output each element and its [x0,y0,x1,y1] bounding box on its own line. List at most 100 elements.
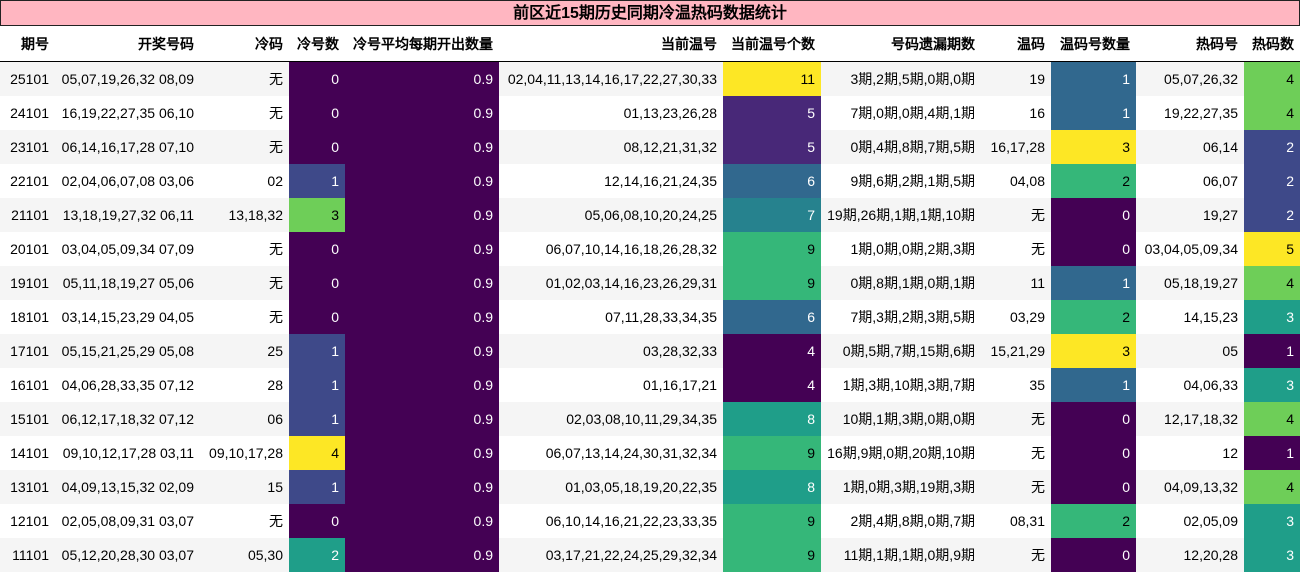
table-row: 23101 06,14,16,17,28 07,10 无 0 0.9 08,12,21,3… [0,130,1300,164]
table-title: 前区近15期历史同期冷温热码数据统计 [0,0,1300,26]
table-cell: 22101 [0,164,55,198]
table-row: 13101 04,09,13,15,32 02,09 15 1 0.9 01,03,05,… [0,470,1300,504]
table-cell: 0 [1051,402,1136,436]
table-cell: 5 [723,96,821,130]
table-cell: 03,14,15,23,29 04,05 [55,300,200,334]
table-cell: 1 [1244,334,1300,368]
table-cell: 04,06,33 [1136,368,1244,402]
table-cell: 18101 [0,300,55,334]
table-cell: 0 [1051,470,1136,504]
table-cell: 无 [200,300,289,334]
table-cell: 06 [200,402,289,436]
table-cell: 无 [981,470,1051,504]
column-header: 期号 [0,26,55,62]
table-cell: 07,11,28,33,34,35 [499,300,723,334]
table-cell: 11 [723,61,821,96]
table-cell: 02,03,08,10,11,29,34,35 [499,402,723,436]
table-cell: 15 [200,470,289,504]
table-cell: 0.9 [345,538,499,572]
table-cell: 04,08 [981,164,1051,198]
table-cell: 3 [1051,130,1136,164]
table-cell: 02,05,08,09,31 03,07 [55,504,200,538]
column-header: 号码遗漏期数 [821,26,981,62]
table-cell: 19期,26期,1期,1期,10期 [821,198,981,232]
table-cell: 0 [289,266,345,300]
table-cell: 0.9 [345,130,499,164]
table-cell: 12,14,16,21,24,35 [499,164,723,198]
table-cell: 2 [1244,164,1300,198]
table-cell: 06,07 [1136,164,1244,198]
table-row: 24101 16,19,22,27,35 06,10 无 0 0.9 01,13,23,2… [0,96,1300,130]
table-cell: 0 [289,504,345,538]
table-cell: 0.9 [345,368,499,402]
table-cell: 01,02,03,14,16,23,26,29,31 [499,266,723,300]
table-cell: 0.9 [345,300,499,334]
table-cell: 04,09,13,32 [1136,470,1244,504]
table-cell: 1期,3期,10期,3期,7期 [821,368,981,402]
table-row: 25101 05,07,19,26,32 08,09 无 0 0.9 02,04,11,1… [0,61,1300,96]
table-cell: 01,16,17,21 [499,368,723,402]
column-header: 冷码 [200,26,289,62]
table-cell: 35 [981,368,1051,402]
table-cell: 19 [981,61,1051,96]
table-cell: 8 [723,470,821,504]
table-cell: 1 [1051,266,1136,300]
table-cell: 0.9 [345,504,499,538]
table-cell: 1期,0期,0期,2期,3期 [821,232,981,266]
table-cell: 03,04,05,09,34 [1136,232,1244,266]
table-row: 22101 02,04,06,07,08 03,06 02 1 0.9 12,14,16,… [0,164,1300,198]
table-cell: 4 [723,334,821,368]
table-cell: 3 [1244,504,1300,538]
table-cell: 03,04,05,09,34 07,09 [55,232,200,266]
table-cell: 01,13,23,26,28 [499,96,723,130]
table-row: 15101 06,12,17,18,32 07,12 06 1 0.9 02,03,08,… [0,402,1300,436]
table-cell: 无 [981,436,1051,470]
table-cell: 1 [1051,61,1136,96]
table-cell: 05,06,08,10,20,24,25 [499,198,723,232]
table-cell: 09,10,17,28 [200,436,289,470]
table-cell: 无 [200,61,289,96]
table-cell: 9 [723,232,821,266]
table-cell: 2 [1244,130,1300,164]
column-header: 热码号 [1136,26,1244,62]
table-cell: 0 [1051,198,1136,232]
column-header: 冷号平均每期开出数量 [345,26,499,62]
table-cell: 09,10,12,17,28 03,11 [55,436,200,470]
table-row: 18101 03,14,15,23,29 04,05 无 0 0.9 07,11,28,3… [0,300,1300,334]
table-cell: 08,31 [981,504,1051,538]
table-cell: 3期,2期,5期,0期,0期 [821,61,981,96]
table-cell: 04,06,28,33,35 07,12 [55,368,200,402]
table-cell: 23101 [0,130,55,164]
table-cell: 1 [1244,436,1300,470]
table-cell: 0.9 [345,334,499,368]
table-cell: 12101 [0,504,55,538]
column-header: 当前温号个数 [723,26,821,62]
table-cell: 12 [1136,436,1244,470]
table-cell: 13101 [0,470,55,504]
table-row: 19101 05,11,18,19,27 05,06 无 0 0.9 01,02,03,1… [0,266,1300,300]
table-cell: 12,17,18,32 [1136,402,1244,436]
table-cell: 9 [723,436,821,470]
table-cell: 14,15,23 [1136,300,1244,334]
table-cell: 1 [289,470,345,504]
table-cell: 15,21,29 [981,334,1051,368]
table-cell: 0 [1051,232,1136,266]
table-cell: 0.9 [345,232,499,266]
table-cell: 9 [723,266,821,300]
table-cell: 3 [1051,334,1136,368]
table-cell: 无 [200,266,289,300]
table-cell: 2 [1051,164,1136,198]
table-cell: 无 [200,130,289,164]
table-cell: 4 [1244,266,1300,300]
table-cell: 无 [981,198,1051,232]
table-cell: 无 [200,96,289,130]
table-cell: 25101 [0,61,55,96]
table-cell: 28 [200,368,289,402]
table-cell: 16,17,28 [981,130,1051,164]
column-header: 温码 [981,26,1051,62]
column-header: 开奖号码 [55,26,200,62]
table-cell: 0 [289,130,345,164]
table-cell: 05,11,18,19,27 05,06 [55,266,200,300]
table-cell: 19,27 [1136,198,1244,232]
table-cell: 06,10,14,16,21,22,23,33,35 [499,504,723,538]
